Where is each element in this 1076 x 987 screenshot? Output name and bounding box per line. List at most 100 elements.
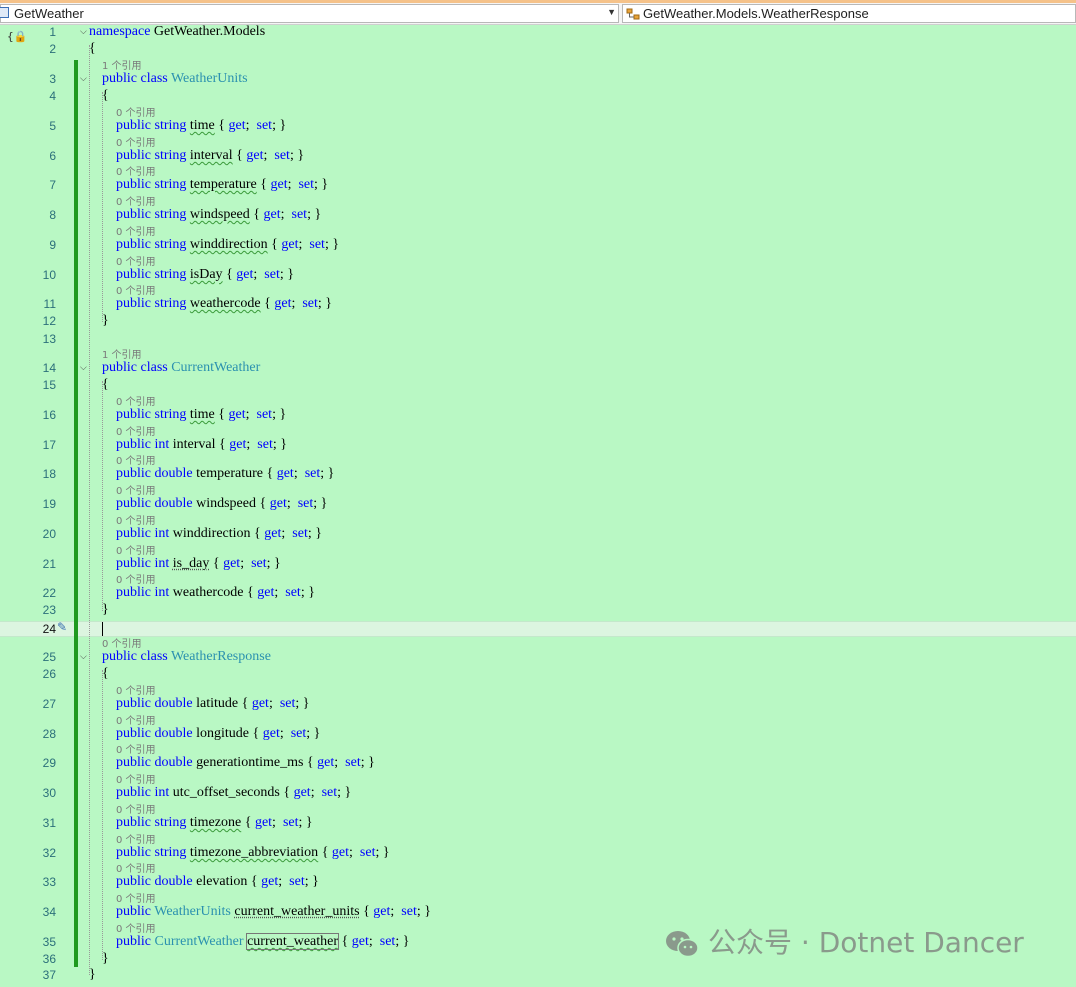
code-token: {	[89, 41, 96, 56]
codelens-references[interactable]: 0 个引用	[116, 193, 156, 208]
code-text[interactable]: public string windspeed { get; set; }	[116, 207, 321, 223]
codelens-references[interactable]: 0 个引用	[116, 482, 156, 497]
code-text[interactable]: public string time { get; set; }	[116, 118, 286, 134]
code-text[interactable]: public string time { get; set; }	[116, 407, 286, 423]
codelens-references[interactable]: 1 个引用	[102, 57, 142, 72]
codelens-references[interactable]: 0 个引用	[116, 860, 156, 875]
code-line[interactable]: 13	[0, 331, 1076, 351]
edit-pencil-icon[interactable]: ✎	[57, 620, 67, 635]
keyword-token: public	[116, 904, 151, 919]
code-line[interactable]: 18 public double temperature { get; set; …	[0, 466, 1076, 486]
code-line[interactable]: 6 public string interval { get; set; }	[0, 148, 1076, 168]
codelens-references[interactable]: 0 个引用	[116, 452, 156, 467]
code-text[interactable]: public double windspeed { get; set; }	[116, 496, 327, 512]
code-line[interactable]: 32 public string timezone_abbreviation { …	[0, 845, 1076, 865]
project-dropdown[interactable]: GetWeather ▼	[0, 4, 619, 23]
code-text[interactable]: public string isDay { get; set; }	[116, 267, 294, 283]
code-text[interactable]: public string timezone { get; set; }	[116, 815, 313, 831]
codelens-references[interactable]: 0 个引用	[116, 920, 156, 935]
codelens-references[interactable]: 0 个引用	[116, 512, 156, 527]
code-text[interactable]: public int is_day { get; set; }	[116, 556, 281, 572]
code-line[interactable]: 37}	[0, 967, 1076, 987]
code-line[interactable]: 30 public int utc_offset_seconds { get; s…	[0, 785, 1076, 805]
code-text[interactable]: {	[102, 88, 109, 104]
code-text[interactable]: public class CurrentWeather	[102, 360, 260, 376]
code-line[interactable]: 26 {	[0, 666, 1076, 686]
code-line[interactable]: 2{	[0, 41, 1076, 61]
code-line[interactable]: 21 public int is_day { get; set; }	[0, 556, 1076, 576]
codelens-references[interactable]: 0 个引用	[116, 223, 156, 238]
codelens-references[interactable]: 0 个引用	[116, 104, 156, 119]
codelens-references[interactable]: 0 个引用	[102, 635, 142, 650]
codelens-references[interactable]: 0 个引用	[116, 253, 156, 268]
code-text[interactable]: public double longitude { get; set; }	[116, 726, 320, 742]
code-line[interactable]: 8 public string windspeed { get; set; }	[0, 207, 1076, 227]
code-line[interactable]: 24 ✎	[0, 620, 1076, 637]
code-text[interactable]: public int weathercode { get; set; }	[116, 585, 315, 601]
code-text[interactable]: public int winddirection { get; set; }	[116, 526, 322, 542]
code-text[interactable]: public WeatherUnits current_weather_unit…	[116, 904, 431, 920]
codelens-references[interactable]: 0 个引用	[116, 423, 156, 438]
chevron-down-icon[interactable]: ▼	[607, 7, 616, 17]
code-text[interactable]: public class WeatherUnits	[102, 71, 248, 87]
code-line[interactable]: 19 public double windspeed { get; set; }	[0, 496, 1076, 516]
code-line[interactable]: 12}	[0, 313, 1076, 333]
code-text[interactable]: public double elevation { get; set; }	[116, 874, 319, 890]
code-text[interactable]: }	[102, 602, 109, 618]
code-text[interactable]: }	[102, 951, 109, 967]
code-text[interactable]: public int interval { get; set; }	[116, 437, 287, 453]
code-line[interactable]: 17 public int interval { get; set; }	[0, 437, 1076, 457]
codelens-references[interactable]: 0 个引用	[116, 831, 156, 846]
codelens-references[interactable]: 0 个引用	[116, 712, 156, 727]
code-line[interactable]: 7 public string temperature { get; set; }	[0, 177, 1076, 197]
code-line[interactable]: 33 public double elevation { get; set; }	[0, 874, 1076, 894]
code-line[interactable]: 29 public double generationtime_ms { get;…	[0, 755, 1076, 775]
code-line[interactable]: 9 public string winddirection { get; set;…	[0, 237, 1076, 257]
fold-toggle-icon[interactable]: ⌵	[80, 74, 87, 84]
codelens-references[interactable]: 0 个引用	[116, 134, 156, 149]
codelens-references[interactable]: 0 个引用	[116, 890, 156, 905]
codelens-references[interactable]: 1 个引用	[102, 346, 142, 361]
code-text[interactable]: public double temperature { get; set; }	[116, 466, 334, 482]
codelens-references[interactable]: 0 个引用	[116, 282, 156, 297]
code-line[interactable]: 16 public string time { get; set; }	[0, 407, 1076, 427]
code-text[interactable]: }	[89, 967, 96, 983]
codelens-references[interactable]: 0 个引用	[116, 741, 156, 756]
codelens-references[interactable]: 0 个引用	[116, 571, 156, 586]
code-text[interactable]: public string interval { get; set; }	[116, 148, 304, 164]
code-text[interactable]: public string weathercode { get; set; }	[116, 296, 332, 312]
code-line[interactable]: 4{	[0, 88, 1076, 108]
code-line[interactable]: 5 public string time { get; set; }	[0, 118, 1076, 138]
fold-toggle-icon[interactable]: ⌵	[80, 652, 87, 662]
code-text[interactable]: public string timezone_abbreviation { ge…	[116, 845, 390, 861]
code-text[interactable]: public string temperature { get; set; }	[116, 177, 328, 193]
codelens-references[interactable]: 0 个引用	[116, 542, 156, 557]
code-line[interactable]: 27 public double latitude { get; set; }	[0, 696, 1076, 716]
code-text[interactable]: {	[89, 41, 96, 57]
code-text[interactable]: public double latitude { get; set; }	[116, 696, 310, 712]
code-text[interactable]: namespace GetWeather.Models	[89, 24, 265, 40]
codelens-references[interactable]: 0 个引用	[116, 771, 156, 786]
code-text[interactable]: public double generationtime_ms { get; s…	[116, 755, 375, 771]
code-text[interactable]: public CurrentWeather current_weather { …	[116, 933, 409, 950]
member-dropdown[interactable]: GetWeather.Models.WeatherResponse	[622, 4, 1076, 23]
codelens-references[interactable]: 0 个引用	[116, 163, 156, 178]
code-line[interactable]: 28 public double longitude { get; set; }	[0, 726, 1076, 746]
code-text[interactable]: public class WeatherResponse	[102, 649, 271, 665]
fold-toggle-icon[interactable]: ⌵	[80, 363, 87, 373]
code-line[interactable]: 23}	[0, 602, 1076, 622]
code-text[interactable]: {	[102, 377, 109, 393]
codelens-references[interactable]: 0 个引用	[116, 393, 156, 408]
code-editor[interactable]: 1 ⌵ namespace GetWeather.Models 2{3 ⌵ public …	[0, 24, 1076, 983]
code-text[interactable]: public int utc_offset_seconds { get; set…	[116, 785, 351, 801]
code-line[interactable]: 31 public string timezone { get; set; }	[0, 815, 1076, 835]
code-line[interactable]: 15 {	[0, 377, 1076, 397]
code-text[interactable]: {	[102, 666, 109, 682]
codelens-references[interactable]: 0 个引用	[116, 801, 156, 816]
code-text[interactable]: public string winddirection { get; set; …	[116, 237, 339, 253]
code-line[interactable]: 10 public string isDay { get; set; }	[0, 267, 1076, 287]
codelens-references[interactable]: 0 个引用	[116, 682, 156, 697]
fold-toggle-icon[interactable]: ⌵	[80, 27, 87, 37]
code-line[interactable]: 20 public int winddirection { get; set; }	[0, 526, 1076, 546]
code-text[interactable]: }	[102, 313, 109, 329]
